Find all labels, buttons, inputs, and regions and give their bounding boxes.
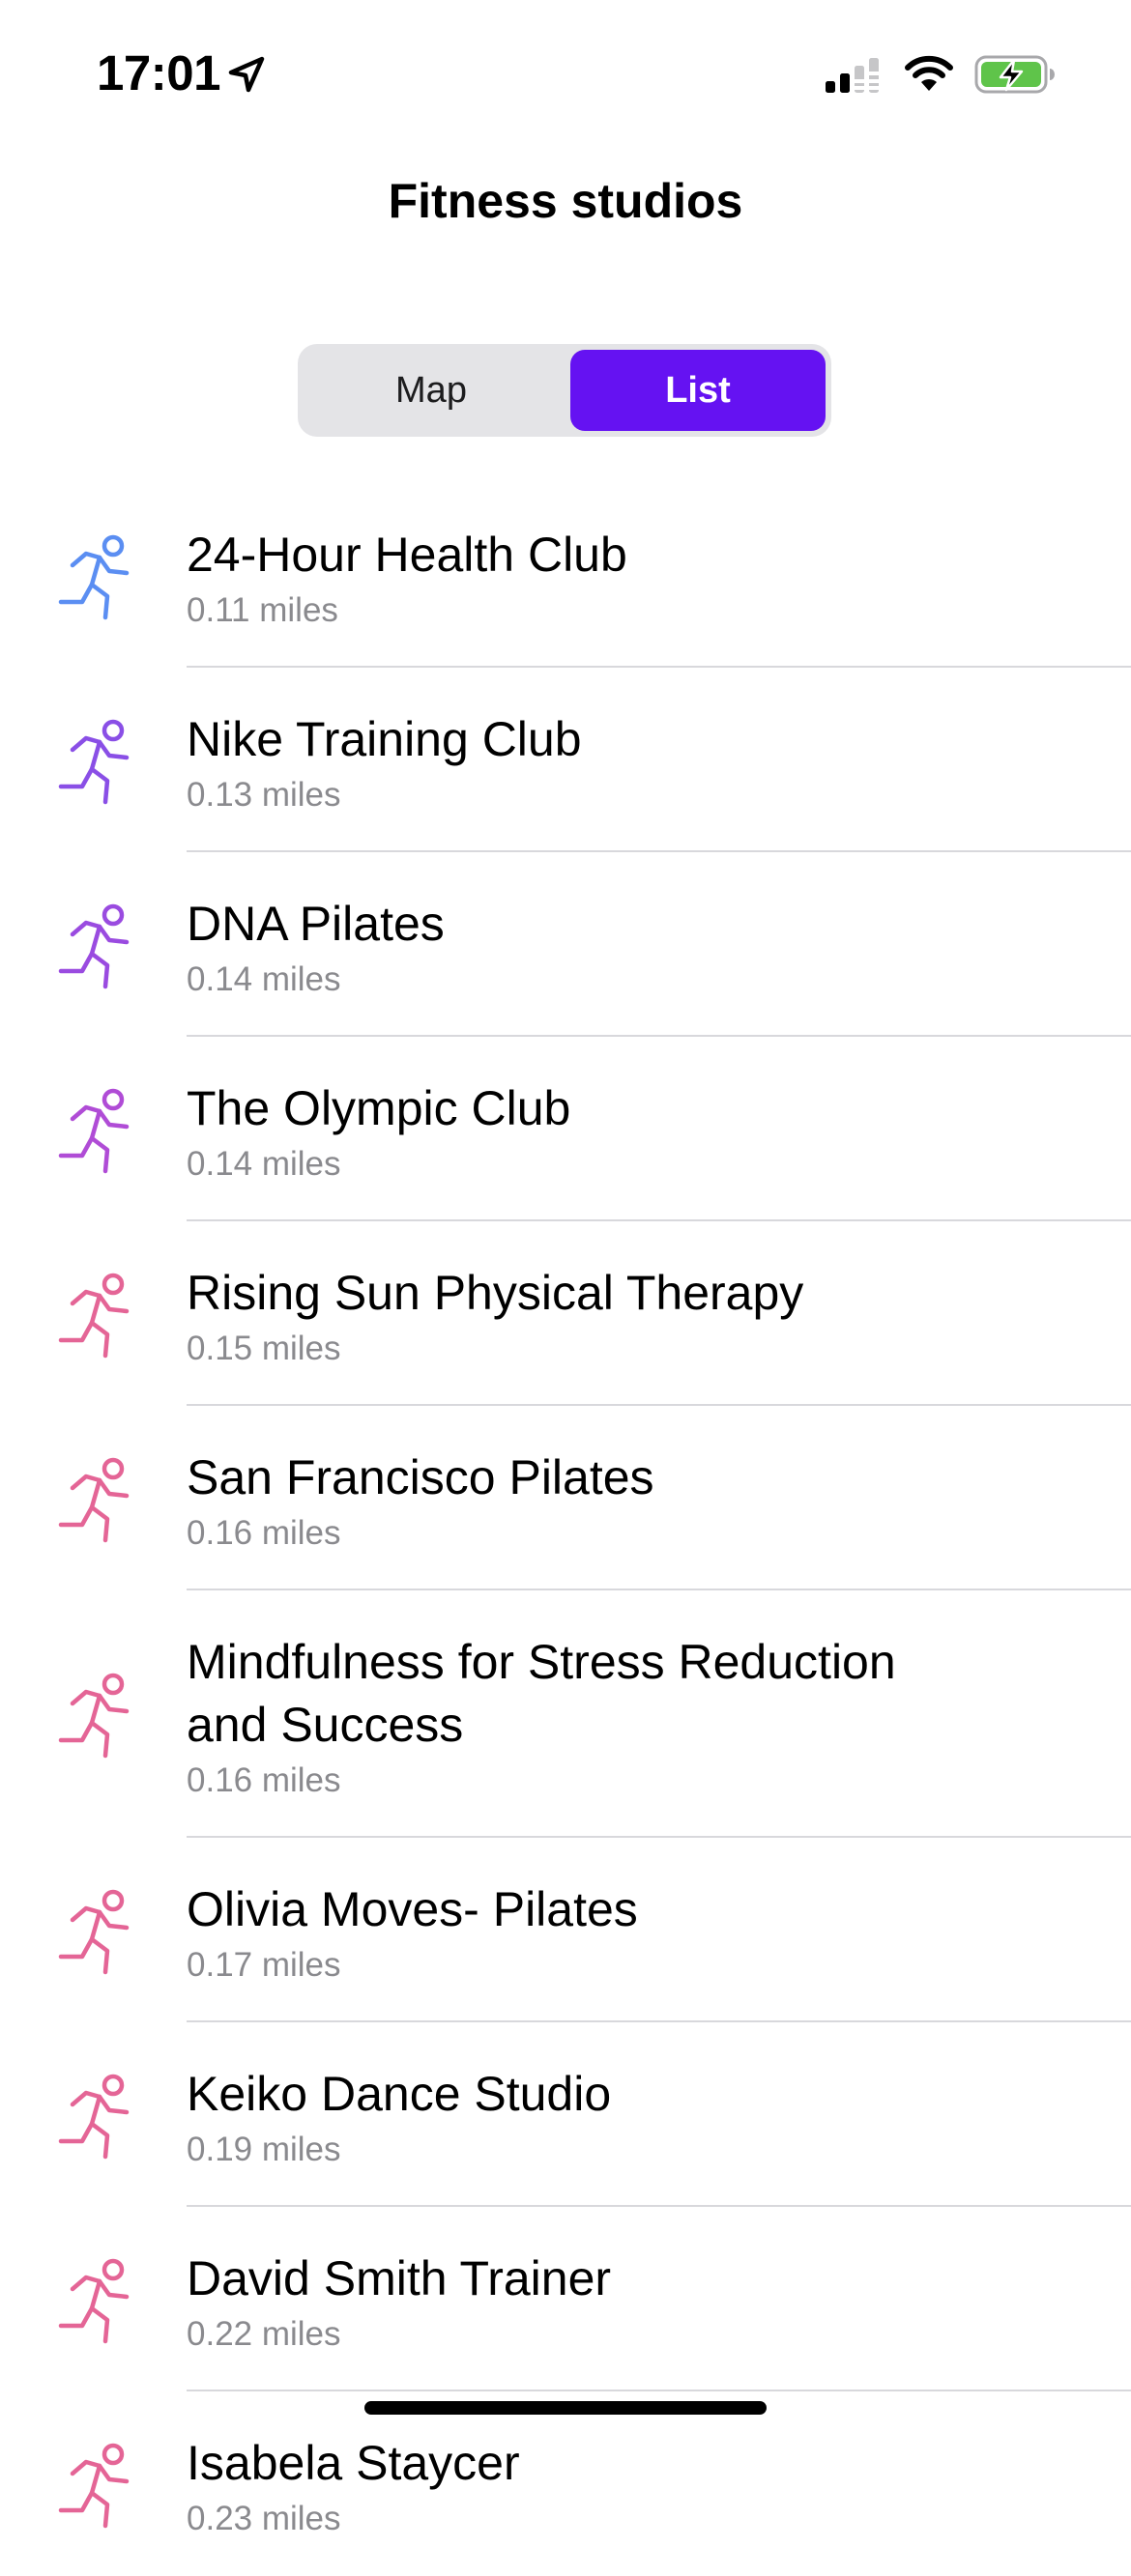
page-title: Fitness studios	[388, 174, 743, 228]
studio-distance: 0.15 miles	[187, 1330, 341, 1367]
cellular-signal-icon	[824, 56, 884, 95]
studio-list-item[interactable]: Mindfulness for Stress Reduction and Suc…	[0, 1590, 1131, 1838]
figure-run-icon	[0, 2256, 187, 2351]
figure-run-icon	[0, 717, 187, 812]
figure-run-icon	[0, 2441, 187, 2535]
studio-distance: 0.14 miles	[187, 960, 341, 998]
studio-list-item[interactable]: San Francisco Pilates 0.16 miles	[0, 1406, 1131, 1590]
studio-list-item[interactable]: Nike Training Club 0.13 miles	[0, 668, 1131, 852]
studio-list-item[interactable]: Rising Sun Physical Therapy 0.15 miles	[0, 1221, 1131, 1406]
status-time: 17:01	[97, 45, 220, 100]
studio-list-item[interactable]: Isabela Staycer 0.23 miles	[0, 2391, 1131, 2576]
studio-name: Isabela Staycer	[187, 2436, 520, 2490]
studio-distance: 0.17 miles	[187, 1946, 341, 1984]
studio-distance: 0.19 miles	[187, 2131, 341, 2168]
studio-name: David Smith Trainer	[187, 2251, 612, 2305]
home-indicator[interactable]	[364, 2401, 767, 2415]
studio-name: Mindfulness for Stress Reduction and Suc…	[187, 1635, 896, 1752]
figure-run-icon	[0, 1455, 187, 1550]
figure-run-icon	[0, 1671, 187, 1765]
status-bar: 17:01	[0, 0, 1131, 145]
wifi-icon	[903, 54, 955, 95]
studio-list-item[interactable]: David Smith Trainer 0.22 miles	[0, 2207, 1131, 2391]
figure-run-icon	[0, 1887, 187, 1982]
studio-distance: 0.11 miles	[187, 591, 338, 629]
studio-name: DNA Pilates	[187, 897, 445, 951]
figure-run-icon	[0, 1086, 187, 1181]
studio-distance: 0.22 miles	[187, 2315, 341, 2353]
studio-list-item[interactable]: 24-Hour Health Club 0.11 miles	[0, 483, 1131, 668]
studio-list-item[interactable]: The Olympic Club 0.14 miles	[0, 1037, 1131, 1221]
map-segment-button[interactable]: Map	[304, 350, 559, 431]
studio-list: 24-Hour Health Club 0.11 miles Nike Trai…	[0, 483, 1131, 2576]
studio-name: The Olympic Club	[187, 1081, 571, 1135]
studio-name: Olivia Moves- Pilates	[187, 1882, 638, 1936]
studio-name: Keiko Dance Studio	[187, 2067, 612, 2121]
figure-run-icon	[0, 2072, 187, 2166]
studio-name: Nike Training Club	[187, 712, 582, 766]
studio-name: 24-Hour Health Club	[187, 528, 627, 582]
studio-name: San Francisco Pilates	[187, 1450, 654, 1504]
list-segment-button[interactable]: List	[570, 350, 826, 431]
studio-distance: 0.16 miles	[187, 1514, 341, 1552]
studio-distance: 0.14 miles	[187, 1145, 341, 1183]
figure-run-icon	[0, 902, 187, 996]
studio-list-item[interactable]: DNA Pilates 0.14 miles	[0, 852, 1131, 1037]
studio-name: Rising Sun Physical Therapy	[187, 1266, 804, 1320]
studio-distance: 0.16 miles	[187, 1761, 341, 1799]
figure-run-icon	[0, 532, 187, 627]
studio-list-item[interactable]: Keiko Dance Studio 0.19 miles	[0, 2022, 1131, 2207]
studio-distance: 0.13 miles	[187, 776, 341, 814]
battery-charging-icon	[974, 54, 1056, 95]
figure-run-icon	[0, 1271, 187, 1365]
studio-distance: 0.23 miles	[187, 2500, 341, 2537]
studio-list-item[interactable]: Olivia Moves- Pilates 0.17 miles	[0, 1838, 1131, 2022]
view-toggle: Map List	[298, 344, 831, 437]
location-arrow-icon	[226, 54, 267, 95]
